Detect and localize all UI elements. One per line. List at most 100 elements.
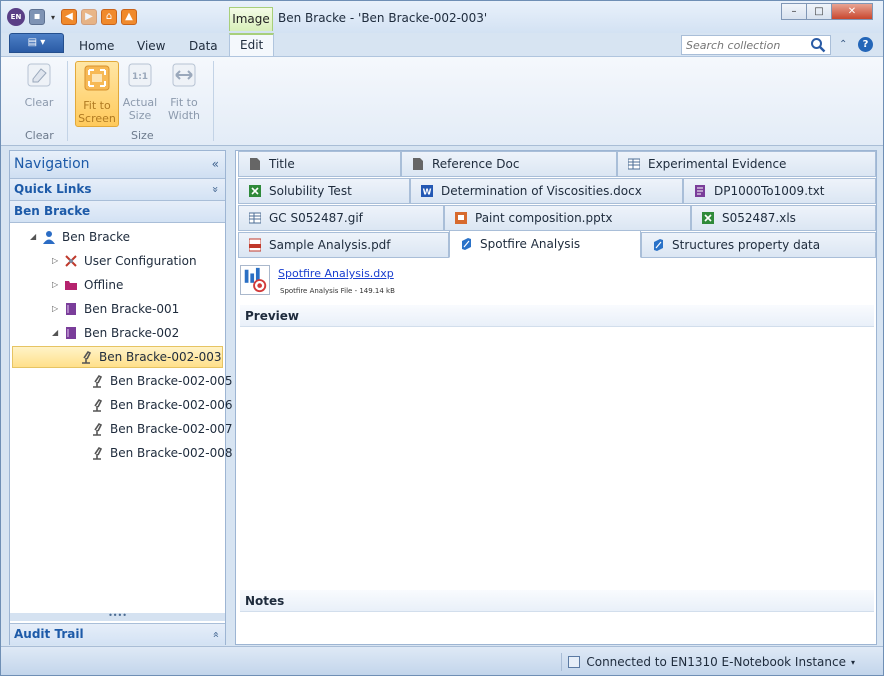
tab-view[interactable]: View	[137, 37, 165, 57]
notebook-icon	[66, 327, 76, 339]
tree-node[interactable]: ▷ Offline	[52, 274, 123, 296]
expand-node-icon[interactable]: ▷	[52, 250, 64, 272]
experiment-icon	[93, 422, 103, 436]
qat-dropdown-icon[interactable]: ▾	[51, 13, 55, 22]
tree-node[interactable]: Ben Bracke-002-007	[90, 418, 233, 440]
expand-node-icon[interactable]: ▷	[52, 274, 64, 296]
back-icon[interactable]: ◀	[61, 9, 78, 25]
doc-tab-paint-composition[interactable]: Paint composition.pptx	[444, 205, 691, 231]
tree-node[interactable]: ◢ Ben Bracke	[30, 226, 130, 248]
tree-node[interactable]: Ben Bracke-002-006	[90, 394, 233, 416]
actual-size-button[interactable]: 1:1 Actual Size	[118, 61, 162, 122]
notes-header: Notes	[240, 590, 874, 612]
tree-node[interactable]: ▷ User Configuration	[52, 250, 197, 272]
pane-splitter[interactable]: ••••	[10, 612, 225, 621]
tree-node[interactable]: Ben Bracke-002-008	[90, 442, 233, 464]
fit-to-screen-icon	[84, 65, 110, 91]
tools-icon	[65, 255, 77, 267]
doc-tab-label: Determination of Viscosities.docx	[441, 184, 642, 198]
minimize-button[interactable]: –	[781, 3, 807, 20]
collapse-node-icon[interactable]: ◢	[52, 322, 64, 344]
doc-tab-sample-analysis-pdf[interactable]: Sample Analysis.pdf	[238, 232, 449, 258]
tab-data[interactable]: Data	[189, 37, 218, 57]
doc-tab-label: Solubility Test	[269, 184, 352, 198]
collapse-navigation-icon[interactable]: «	[212, 151, 219, 178]
table-icon	[249, 212, 261, 224]
experiment-icon	[93, 398, 103, 412]
excel-icon	[702, 212, 714, 224]
forward-icon[interactable]: ▶	[81, 9, 98, 25]
ribbon: Clear Clear Fit to Screen 1:1 Actual Siz…	[1, 56, 883, 146]
expand-node-icon[interactable]: ▷	[52, 298, 64, 320]
search-icon[interactable]	[810, 37, 826, 53]
doc-tab-reference-doc[interactable]: Reference Doc	[401, 151, 617, 177]
close-button[interactable]: ✕	[831, 3, 873, 20]
attachment-meta: Spotfire Analysis File - 149.14 kB	[280, 287, 395, 295]
collapse-ribbon-icon[interactable]: ⌃	[839, 39, 847, 50]
doc-tab-structures-property-data[interactable]: Structures property data	[641, 232, 876, 258]
pdf-icon	[249, 238, 261, 252]
group-label-clear: Clear	[25, 129, 54, 142]
doc-tab-determination-of-viscosities[interactable]: W Determination of Viscosities.docx	[410, 178, 683, 204]
ribbon-tab-row: ▤ ▾ Home View Data Edit ⌃ ?	[1, 33, 883, 58]
expand-audit-trail-icon[interactable]: »	[205, 631, 226, 638]
quick-links-section[interactable]: Quick Links »	[10, 179, 225, 201]
save-icon[interactable]: ▪	[29, 9, 45, 25]
preview-area	[240, 327, 874, 589]
tab-home[interactable]: Home	[79, 37, 114, 57]
tree-node[interactable]: Ben Bracke-002-005	[90, 370, 233, 392]
current-section-header[interactable]: Ben Bracke	[10, 201, 225, 223]
doc-tab-experimental-evidence[interactable]: Experimental Evidence	[617, 151, 876, 177]
window-title: Ben Bracke - 'Ben Bracke-002-003'	[278, 11, 488, 25]
tree-node[interactable]: ▷ Ben Bracke-001	[52, 298, 179, 320]
help-icon[interactable]: ?	[858, 37, 873, 52]
doc-tab-label: GC S052487.gif	[269, 211, 363, 225]
file-menu-button[interactable]: ▤ ▾	[9, 33, 64, 53]
search-input[interactable]	[686, 36, 810, 54]
doc-tab-label: DP1000To1009.txt	[714, 184, 825, 198]
eraser-icon	[27, 63, 51, 87]
tree-node-selected[interactable]: Ben Bracke-002-003	[12, 346, 223, 368]
collapse-node-icon[interactable]: ◢	[30, 226, 42, 248]
audit-trail-section[interactable]: Audit Trail »	[10, 623, 225, 645]
spotfire-logo-icon	[244, 267, 267, 293]
doc-tab-gc-s052487-gif[interactable]: GC S052487.gif	[238, 205, 444, 231]
group-separator	[67, 61, 68, 141]
attachment-item: Spotfire Analysis.dxp Spotfire Analysis …	[240, 265, 395, 295]
context-tab-group-image: Image	[229, 7, 273, 31]
navigation-pane: Navigation « Quick Links » Ben Bracke ◢ …	[9, 150, 233, 645]
doc-tab-spotfire-analysis[interactable]: Spotfire Analysis	[449, 230, 641, 258]
doc-tab-dp1000to1009[interactable]: DP1000To1009.txt	[683, 178, 876, 204]
app-window: EN ▪ ▾ ◀ ▶ ⌂ ▲ Image Ben Bracke - 'Ben B…	[0, 0, 884, 676]
home-icon[interactable]: ⌂	[101, 9, 118, 25]
app-logo-icon[interactable]: EN	[7, 8, 25, 26]
up-icon[interactable]: ▲	[121, 9, 138, 25]
clear-button[interactable]: Clear	[17, 61, 61, 109]
actual-size-label: Actual Size	[122, 96, 158, 122]
spotfire-file-icon[interactable]	[240, 265, 270, 295]
fit-to-screen-button[interactable]: Fit to Screen	[75, 61, 119, 127]
navigation-title: Navigation	[14, 156, 90, 172]
doc-tab-label: Paint composition.pptx	[475, 211, 613, 225]
expand-quick-links-icon[interactable]: »	[205, 186, 226, 193]
tree-node-label: Offline	[84, 278, 124, 292]
tab-edit[interactable]: Edit	[229, 33, 275, 58]
document-icon	[250, 158, 260, 170]
title-bar: EN ▪ ▾ ◀ ▶ ⌂ ▲ Image Ben Bracke - 'Ben B…	[1, 1, 883, 33]
tree-node-label: Ben Bracke-002-005	[110, 374, 233, 388]
maximize-button[interactable]: □	[806, 3, 832, 20]
doc-tab-solubility-test[interactable]: Solubility Test	[238, 178, 410, 204]
fit-to-width-button[interactable]: Fit to Width	[162, 61, 206, 122]
doc-tab-title[interactable]: Title	[238, 151, 401, 177]
chevron-down-icon[interactable]: ▾	[851, 658, 855, 667]
fit-to-width-icon	[172, 63, 196, 87]
tree-node[interactable]: ◢ Ben Bracke-002	[52, 322, 179, 344]
connection-status[interactable]: Connected to EN1310 E-Notebook Instance …	[561, 653, 855, 671]
fit-to-width-label: Fit to Width	[168, 96, 200, 122]
experiment-icon	[93, 446, 103, 460]
notes-area[interactable]	[240, 613, 874, 641]
doc-tab-label: Title	[269, 157, 295, 171]
text-file-icon	[695, 185, 705, 197]
quick-links-label: Quick Links	[14, 182, 92, 196]
doc-tab-s052487-xls[interactable]: S052487.xls	[691, 205, 876, 231]
